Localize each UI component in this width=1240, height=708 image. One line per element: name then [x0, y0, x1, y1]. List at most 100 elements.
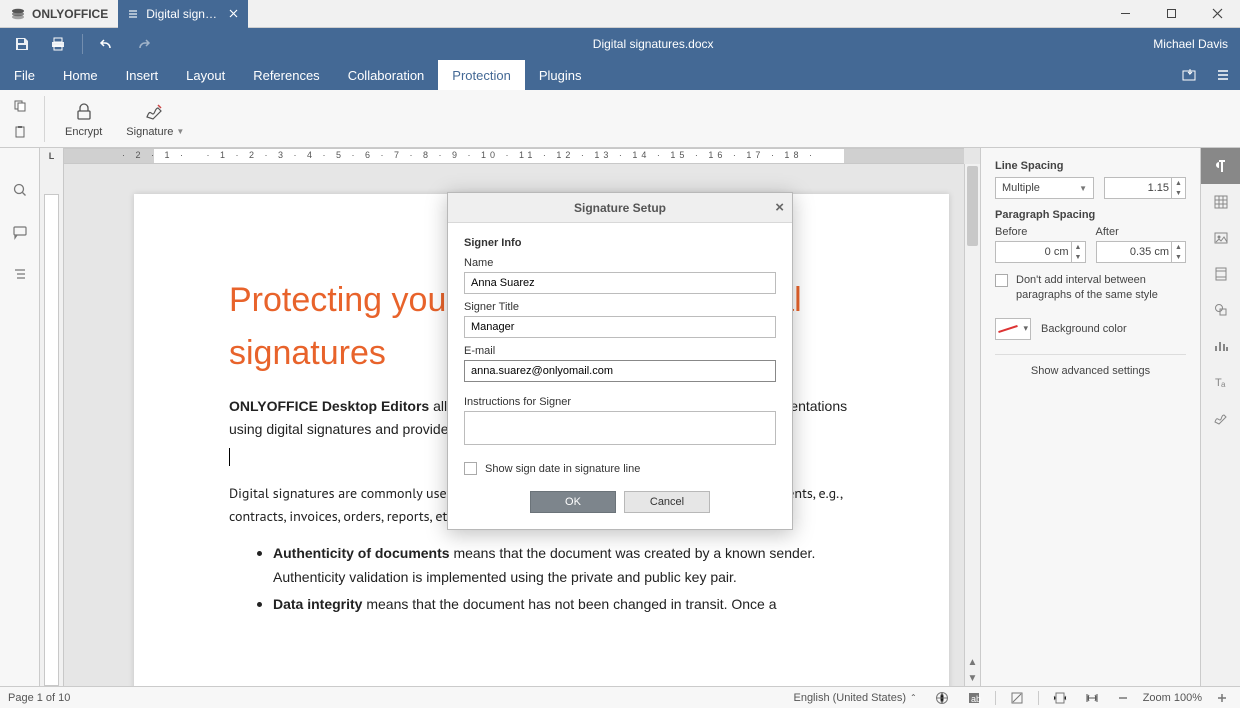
after-label: After: [1096, 226, 1187, 238]
undo-button[interactable]: [91, 28, 123, 60]
menu-bar: File Home Insert Layout References Colla…: [0, 60, 1240, 90]
show-date-checkbox[interactable]: Show sign date in signature line: [464, 462, 776, 475]
paste-button[interactable]: [8, 122, 32, 142]
instructions-field[interactable]: [464, 411, 776, 445]
close-icon[interactable]: [229, 9, 238, 18]
svg-text:a: a: [1221, 380, 1226, 389]
bg-color-label: Background color: [1041, 323, 1127, 335]
user-name[interactable]: Michael Davis: [1141, 37, 1240, 51]
scroll-up-icon[interactable]: ▲: [965, 654, 980, 670]
table-icon[interactable]: [1201, 184, 1240, 220]
background-color-picker[interactable]: [995, 318, 1031, 340]
fit-page-icon[interactable]: [1049, 691, 1071, 705]
textart-icon[interactable]: Ta: [1201, 364, 1240, 400]
search-icon[interactable]: [8, 178, 32, 202]
ok-button[interactable]: OK: [530, 491, 616, 513]
scroll-down-icon[interactable]: ▼: [965, 670, 980, 686]
dialog-title: Signature Setup: [574, 201, 666, 215]
left-sidebar: [0, 148, 40, 686]
lock-icon: [74, 100, 94, 124]
name-field[interactable]: [464, 272, 776, 294]
maximize-button[interactable]: [1148, 0, 1194, 28]
save-button[interactable]: [6, 28, 38, 60]
minimize-button[interactable]: [1102, 0, 1148, 28]
fit-width-icon[interactable]: [1081, 691, 1103, 705]
email-label: E-mail: [464, 345, 776, 357]
before-label: Before: [995, 226, 1086, 238]
paragraph-icon[interactable]: [1201, 148, 1240, 184]
signer-info-label: Signer Info: [464, 237, 776, 249]
zoom-out-button[interactable]: [1113, 692, 1133, 704]
image-icon[interactable]: [1201, 220, 1240, 256]
tab-protection[interactable]: Protection: [438, 60, 525, 90]
header-footer-icon[interactable]: [1201, 256, 1240, 292]
track-changes-icon[interactable]: ab: [963, 691, 985, 705]
view-settings-button[interactable]: [1206, 60, 1240, 90]
vertical-scrollbar[interactable]: ▲ ▼: [964, 164, 980, 686]
close-window-button[interactable]: [1194, 0, 1240, 28]
paragraph-settings-panel: Line Spacing Multiple▼ 1.15▲▼ Paragraph …: [980, 148, 1200, 686]
tab-home[interactable]: Home: [49, 60, 112, 90]
signer-title-label: Signer Title: [464, 301, 776, 313]
tab-collaboration[interactable]: Collaboration: [334, 60, 439, 90]
app-name: ONLYOFFICE: [32, 7, 108, 21]
page-status[interactable]: Page 1 of 10: [8, 692, 70, 704]
encrypt-label: Encrypt: [65, 126, 102, 138]
line-spacing-mode-select[interactable]: Multiple▼: [995, 177, 1094, 199]
hamburger-icon: [128, 9, 138, 19]
spacing-after-input[interactable]: 0.35 cm▲▼: [1096, 241, 1187, 263]
comments-icon[interactable]: [8, 220, 32, 244]
signature-icon: [144, 100, 166, 124]
open-location-button[interactable]: [1172, 60, 1206, 90]
tab-plugins[interactable]: Plugins: [525, 60, 596, 90]
spacing-before-input[interactable]: 0 cm▲▼: [995, 241, 1086, 263]
shape-icon[interactable]: [1201, 292, 1240, 328]
vertical-ruler[interactable]: [40, 164, 64, 686]
ribbon: Encrypt Signature▼: [0, 90, 1240, 148]
window-controls: [1102, 0, 1240, 28]
tab-references[interactable]: References: [239, 60, 333, 90]
line-spacing-value-input[interactable]: 1.15▲▼: [1104, 177, 1186, 199]
tab-layout[interactable]: Layout: [172, 60, 239, 90]
no-interval-checkbox[interactable]: Don't add interval between paragraphs of…: [995, 273, 1186, 304]
status-bar: Page 1 of 10 English (United States) ⌃ a…: [0, 686, 1240, 708]
spellcheck-icon[interactable]: [931, 691, 953, 705]
cancel-button[interactable]: Cancel: [624, 491, 710, 513]
signature-button[interactable]: Signature▼: [116, 93, 194, 145]
dialog-title-bar[interactable]: Signature Setup ×: [448, 193, 792, 223]
email-field[interactable]: [464, 360, 776, 382]
copy-button[interactable]: [8, 96, 32, 116]
name-label: Name: [464, 257, 776, 269]
text-cursor: [229, 448, 230, 466]
advanced-settings-link[interactable]: Show advanced settings: [995, 365, 1186, 377]
quick-access-bar: Digital signatures.docx Michael Davis: [0, 28, 1240, 60]
signer-title-field[interactable]: [464, 316, 776, 338]
para-spacing-title: Paragraph Spacing: [995, 209, 1186, 221]
titlebar: ONLYOFFICE Digital signatur...: [0, 0, 1240, 28]
scrollbar-thumb[interactable]: [967, 166, 978, 246]
line-spacing-title: Line Spacing: [995, 160, 1186, 172]
tab-file[interactable]: File: [0, 60, 49, 90]
language-selector[interactable]: English (United States) ⌃: [789, 692, 920, 704]
checkbox-icon: [995, 274, 1008, 287]
redo-button[interactable]: [127, 28, 159, 60]
headings-icon[interactable]: [8, 262, 32, 286]
chevron-down-icon: ▼: [176, 127, 184, 136]
chart-icon[interactable]: [1201, 328, 1240, 364]
document-tab[interactable]: Digital signatur...: [118, 0, 248, 28]
document-title: Digital signatures.docx: [165, 37, 1141, 51]
tab-insert[interactable]: Insert: [112, 60, 173, 90]
signature-panel-icon[interactable]: [1201, 400, 1240, 436]
svg-text:ab: ab: [971, 694, 981, 704]
right-sidebar: Ta: [1200, 148, 1240, 686]
print-button[interactable]: [42, 28, 74, 60]
instructions-label: Instructions for Signer: [464, 396, 776, 408]
list-item: Authenticity of documents means that the…: [273, 542, 854, 590]
close-icon[interactable]: ×: [775, 199, 784, 216]
encrypt-button[interactable]: Encrypt: [55, 93, 112, 145]
doc-list: Authenticity of documents means that the…: [273, 542, 854, 617]
doc-view-icon[interactable]: [1006, 691, 1028, 705]
zoom-level[interactable]: Zoom 100%: [1143, 692, 1202, 704]
list-item: Data integrity means that the document h…: [273, 593, 854, 617]
zoom-in-button[interactable]: [1212, 692, 1232, 704]
